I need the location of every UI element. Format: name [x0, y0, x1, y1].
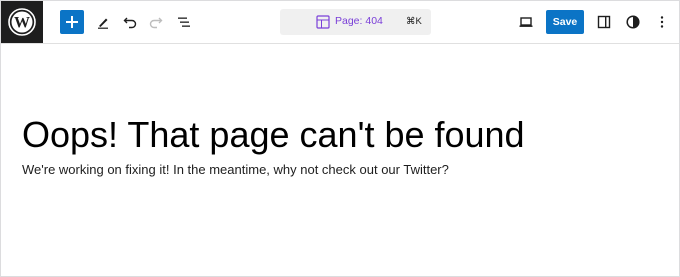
- styles-button[interactable]: [620, 9, 646, 35]
- page-layout-icon: [316, 15, 330, 29]
- undo-icon: [123, 17, 137, 29]
- page-paragraph[interactable]: We're working on fixing it! In the meant…: [22, 162, 449, 177]
- wordpress-logo-icon: W: [8, 8, 36, 36]
- desktop-preview-icon: [519, 17, 533, 27]
- pencil-icon: [98, 18, 108, 29]
- plus-icon: [66, 16, 78, 28]
- document-title: Page: 404: [335, 15, 383, 27]
- editor-canvas[interactable]: Oops! That page can't be found We're wor…: [1, 44, 679, 276]
- redo-icon: [149, 17, 163, 29]
- editor-window: W Page: 404 ⌘K Save Oops! That page can'…: [0, 0, 680, 277]
- list-view-icon: [178, 17, 190, 27]
- block-inserter-button[interactable]: [60, 10, 84, 34]
- preview-button[interactable]: [513, 9, 539, 35]
- command-palette-bar[interactable]: Page: 404 ⌘K: [280, 9, 431, 35]
- wordpress-logo-button[interactable]: W: [1, 1, 43, 43]
- list-view-button[interactable]: [171, 9, 197, 35]
- styles-contrast-icon: [626, 15, 640, 29]
- more-options-icon: [660, 16, 664, 28]
- tools-button[interactable]: [90, 9, 116, 35]
- sidebar-toggle-icon: [597, 15, 611, 29]
- page-heading[interactable]: Oops! That page can't be found: [22, 115, 525, 155]
- keyboard-shortcut: ⌘K: [406, 16, 422, 27]
- redo-button[interactable]: [143, 9, 169, 35]
- svg-text:W: W: [14, 15, 30, 32]
- editor-toolbar: W Page: 404 ⌘K Save: [1, 1, 679, 44]
- options-menu-button[interactable]: [649, 9, 675, 35]
- settings-sidebar-button[interactable]: [591, 9, 617, 35]
- save-button[interactable]: Save: [546, 10, 584, 34]
- undo-button[interactable]: [117, 9, 143, 35]
